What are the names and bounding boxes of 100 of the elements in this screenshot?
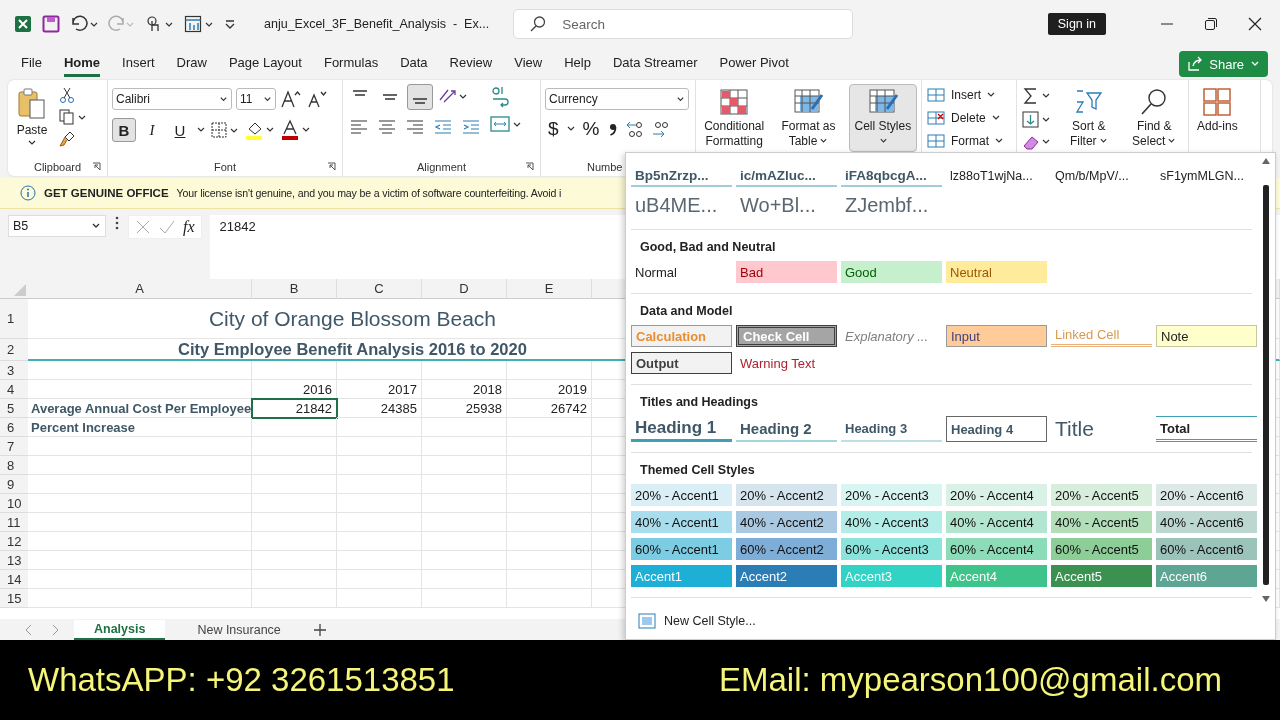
row-header[interactable]: 4 xyxy=(0,380,28,399)
find-select-button[interactable]: Find & Select xyxy=(1124,84,1184,152)
ribbon-tab[interactable]: Data Streamer xyxy=(612,51,698,77)
cells-command[interactable]: Insert xyxy=(926,84,1012,105)
cells-command[interactable]: Format xyxy=(926,130,1012,151)
cell-style-option[interactable]: 20% - Accent1 xyxy=(631,484,732,506)
cell-style-option[interactable]: lz88oT1wjNa... xyxy=(946,165,1047,187)
currency-button[interactable]: $ xyxy=(545,118,562,140)
cell-style-option[interactable]: ic/mAZluc... xyxy=(736,165,837,187)
cell-style-option[interactable]: 60% - Accent1 xyxy=(631,538,732,560)
cell-style-option[interactable]: Accent2 xyxy=(736,565,837,587)
row-header[interactable]: 7 xyxy=(0,437,28,456)
row-header[interactable]: 13 xyxy=(0,551,28,570)
cell-style-option[interactable]: Accent5 xyxy=(1051,565,1152,587)
column-header[interactable]: E xyxy=(507,279,592,299)
cell-style-option[interactable]: 20% - Accent4 xyxy=(946,484,1047,506)
cell-style-option[interactable]: Warning Text xyxy=(736,352,837,374)
cell-style-option[interactable]: Input xyxy=(946,325,1047,347)
font-name-field[interactable]: Calibri xyxy=(112,88,232,110)
sign-in-button[interactable]: Sign in xyxy=(1047,13,1106,35)
cell-style-option[interactable]: uB4ME... xyxy=(631,191,732,219)
cell-style-option[interactable]: 60% - Accent2 xyxy=(736,538,837,560)
new-cell-style-item[interactable]: New Cell Style... xyxy=(638,613,756,629)
add-ins-button[interactable]: Add-ins xyxy=(1193,84,1242,136)
ribbon-tab[interactable]: Formulas xyxy=(323,51,379,77)
ribbon-tab[interactable]: Data xyxy=(400,51,428,77)
cell-style-option[interactable]: Heading 2 xyxy=(736,416,837,442)
cell-style-option[interactable]: 40% - Accent3 xyxy=(841,511,942,533)
row-header[interactable]: 9 xyxy=(0,475,28,494)
column-header[interactable]: C xyxy=(337,279,422,299)
ribbon-tab[interactable]: Draw xyxy=(176,51,207,77)
row-header[interactable]: 14 xyxy=(0,570,28,589)
cell-style-option[interactable]: iFA8qbcgA... xyxy=(841,165,942,187)
cell-style-option[interactable]: Output xyxy=(631,352,732,374)
cell-style-option[interactable]: ZJembf... xyxy=(841,191,942,219)
row-header[interactable]: 12 xyxy=(0,532,28,551)
number-format-field[interactable]: Currency xyxy=(545,88,689,110)
ribbon-tab[interactable]: Insert xyxy=(122,51,155,77)
cell-style-option[interactable]: Good xyxy=(841,261,942,283)
cell-style-option[interactable]: 40% - Accent2 xyxy=(736,511,837,533)
row-header[interactable]: 8 xyxy=(0,456,28,475)
cell-style-option[interactable]: Bad xyxy=(736,261,837,283)
cell-style-option[interactable]: 60% - Accent3 xyxy=(841,538,942,560)
ribbon-tab[interactable]: Review xyxy=(449,51,493,77)
font-size-field[interactable]: 11 xyxy=(236,88,276,110)
cell-style-option[interactable]: Bp5nZrzp... xyxy=(631,165,732,187)
sheet-tab[interactable]: New Insurance xyxy=(177,621,301,639)
cell-style-option[interactable]: Total xyxy=(1156,416,1257,442)
paste-button[interactable]: Paste xyxy=(12,84,52,150)
cell-style-option[interactable]: Note xyxy=(1156,325,1257,347)
underline-button[interactable]: U xyxy=(168,118,192,142)
column-header[interactable]: D xyxy=(422,279,507,299)
styles-button[interactable]: Cell Styles xyxy=(848,84,917,152)
cell-style-option[interactable]: Heading 3 xyxy=(841,416,942,442)
cell-style-option[interactable]: 20% - Accent5 xyxy=(1051,484,1152,506)
cell-style-option[interactable]: Heading 1 xyxy=(631,416,732,442)
share-button[interactable]: Share xyxy=(1179,51,1268,77)
search-field[interactable]: Search xyxy=(513,9,854,39)
row-header[interactable]: 6 xyxy=(0,418,28,437)
column-header[interactable]: A xyxy=(28,279,252,299)
cell-style-option[interactable]: Heading 4 xyxy=(946,416,1047,442)
cells-command[interactable]: Delete xyxy=(926,107,1012,128)
cell-style-option[interactable]: Title xyxy=(1051,416,1152,442)
italic-button[interactable]: I xyxy=(140,118,164,142)
cell-style-option[interactable]: Normal xyxy=(631,261,732,283)
cell-style-option[interactable]: Wo+Bl... xyxy=(736,191,837,219)
cell-style-option[interactable]: 20% - Accent3 xyxy=(841,484,942,506)
cell-style-option[interactable]: 40% - Accent1 xyxy=(631,511,732,533)
row-header[interactable]: 15 xyxy=(0,589,28,608)
row-header[interactable]: 3 xyxy=(0,361,28,380)
row-header[interactable]: 10 xyxy=(0,494,28,513)
bold-button[interactable]: B xyxy=(112,118,136,142)
cell-style-option[interactable]: 40% - Accent5 xyxy=(1051,511,1152,533)
ribbon-tab[interactable]: Home xyxy=(63,51,101,77)
sort-filter-button[interactable]: Sort & Filter xyxy=(1059,84,1119,152)
cell-style-option[interactable]: Qm/b/MpV/... xyxy=(1051,165,1152,187)
ribbon-tab[interactable]: Page Layout xyxy=(228,51,302,77)
percent-button[interactable]: % xyxy=(579,118,603,140)
cell-style-option[interactable]: sF1ymMLGN... xyxy=(1156,165,1257,187)
ribbon-tab[interactable]: Help xyxy=(564,51,591,77)
row-header[interactable]: 11 xyxy=(0,513,28,532)
cell-style-option[interactable]: Neutral xyxy=(946,261,1047,283)
cell-style-option[interactable]: 20% - Accent6 xyxy=(1156,484,1257,506)
cell-style-option[interactable]: 40% - Accent6 xyxy=(1156,511,1257,533)
ribbon-tab[interactable]: File xyxy=(21,51,42,77)
cell-style-option[interactable]: 40% - Accent4 xyxy=(946,511,1047,533)
cell-style-option[interactable]: Explanatory ... xyxy=(841,325,942,347)
cell-style-option[interactable]: 60% - Accent6 xyxy=(1156,538,1257,560)
sheet-tab[interactable]: Analysis xyxy=(74,620,166,640)
row-header[interactable]: 5 xyxy=(0,399,28,418)
cell-style-option[interactable]: 20% - Accent2 xyxy=(736,484,837,506)
ribbon-tab[interactable]: View xyxy=(514,51,543,77)
column-header[interactable]: B xyxy=(252,279,337,299)
cell-style-option[interactable]: 60% - Accent4 xyxy=(946,538,1047,560)
cell-style-option[interactable]: 60% - Accent5 xyxy=(1051,538,1152,560)
row-header[interactable]: 2 xyxy=(0,339,28,361)
insert-function-button[interactable]: fx xyxy=(183,218,195,236)
styles-button[interactable]: Format as Table xyxy=(774,84,843,152)
ribbon-tab[interactable]: Power Pivot xyxy=(719,51,789,77)
row-header[interactable]: 1 xyxy=(0,299,28,339)
